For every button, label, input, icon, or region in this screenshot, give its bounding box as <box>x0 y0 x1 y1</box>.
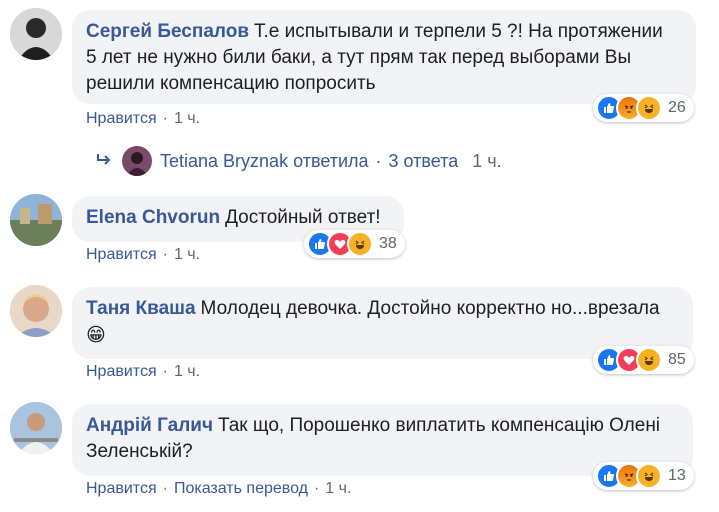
comment-author[interactable]: Таня Кваша <box>86 298 196 319</box>
comment-author[interactable]: Elena Chvorun <box>86 207 220 228</box>
comment-time[interactable]: 1 ч. <box>174 363 200 380</box>
reaction-summary[interactable]: 85 <box>593 346 694 374</box>
avatar[interactable] <box>10 285 62 337</box>
reaction-count: 13 <box>668 467 686 484</box>
reply-action: ответила <box>293 150 369 171</box>
comment-bubble: Сергей Беспалов Т.е испытывали и терпели … <box>72 10 696 104</box>
reaction-summary[interactable]: 26 <box>593 94 694 122</box>
comment-actions: Нравится · 1 ч. <box>86 363 201 380</box>
haha-icon <box>636 463 662 489</box>
avatar[interactable] <box>10 8 62 60</box>
comment-text: 5 лет не нужно били баки, а тут прям так… <box>86 47 632 68</box>
like-link[interactable]: Нравится <box>86 246 157 263</box>
comment-author[interactable]: Сергей Беспалов <box>86 21 249 42</box>
show-translation-link[interactable]: Показать перевод <box>174 480 308 497</box>
like-link[interactable]: Нравится <box>86 110 157 127</box>
reaction-summary[interactable]: 13 <box>593 462 694 490</box>
comment-text: Молодец девочка. Достойно корректно но..… <box>200 298 660 319</box>
avatar[interactable] <box>10 194 62 246</box>
reaction-count: 26 <box>668 99 686 116</box>
grinning-emoji: 😁 <box>86 324 106 346</box>
comment-actions: Нравится · Показать перевод · 1 ч. <box>86 480 352 497</box>
comment-text: Т.е испытывали и терпели 5 ?! На протяже… <box>254 21 663 42</box>
comment-text: Так що, Порошенко виплатить компенсацію … <box>217 415 661 436</box>
comment-author[interactable]: Андрій Галич <box>86 415 213 436</box>
haha-icon <box>636 95 662 121</box>
like-link[interactable]: Нравится <box>86 363 157 380</box>
replier-name: Tetiana Bryznak <box>160 150 289 171</box>
replies-link[interactable]: Tetiana Bryznak ответила · 3 ответа 1 ч. <box>96 146 502 176</box>
reply-arrow-icon <box>96 151 112 172</box>
reply-count: 3 ответа <box>388 150 459 171</box>
like-link[interactable]: Нравится <box>86 480 157 497</box>
comment-time[interactable]: 1 ч. <box>325 480 351 497</box>
comment-text: Зеленській? <box>86 441 193 462</box>
reply-time: 1 ч. <box>472 150 502 171</box>
comment-actions: Нравится · 1 ч. <box>86 246 201 263</box>
haha-icon <box>636 347 662 373</box>
comment-actions: Нравится · 1 ч. <box>86 110 201 127</box>
reaction-summary[interactable]: 38 <box>304 230 405 258</box>
comment-time[interactable]: 1 ч. <box>174 110 200 127</box>
comment-text: Достойный ответ! <box>225 207 381 228</box>
comment-time[interactable]: 1 ч. <box>174 246 200 263</box>
comment-text: решили компенсацию попросить <box>86 73 376 94</box>
reaction-count: 85 <box>668 351 686 368</box>
reaction-count: 38 <box>379 235 397 252</box>
avatar[interactable] <box>10 402 62 454</box>
avatar <box>122 146 152 176</box>
haha-icon <box>347 231 373 257</box>
